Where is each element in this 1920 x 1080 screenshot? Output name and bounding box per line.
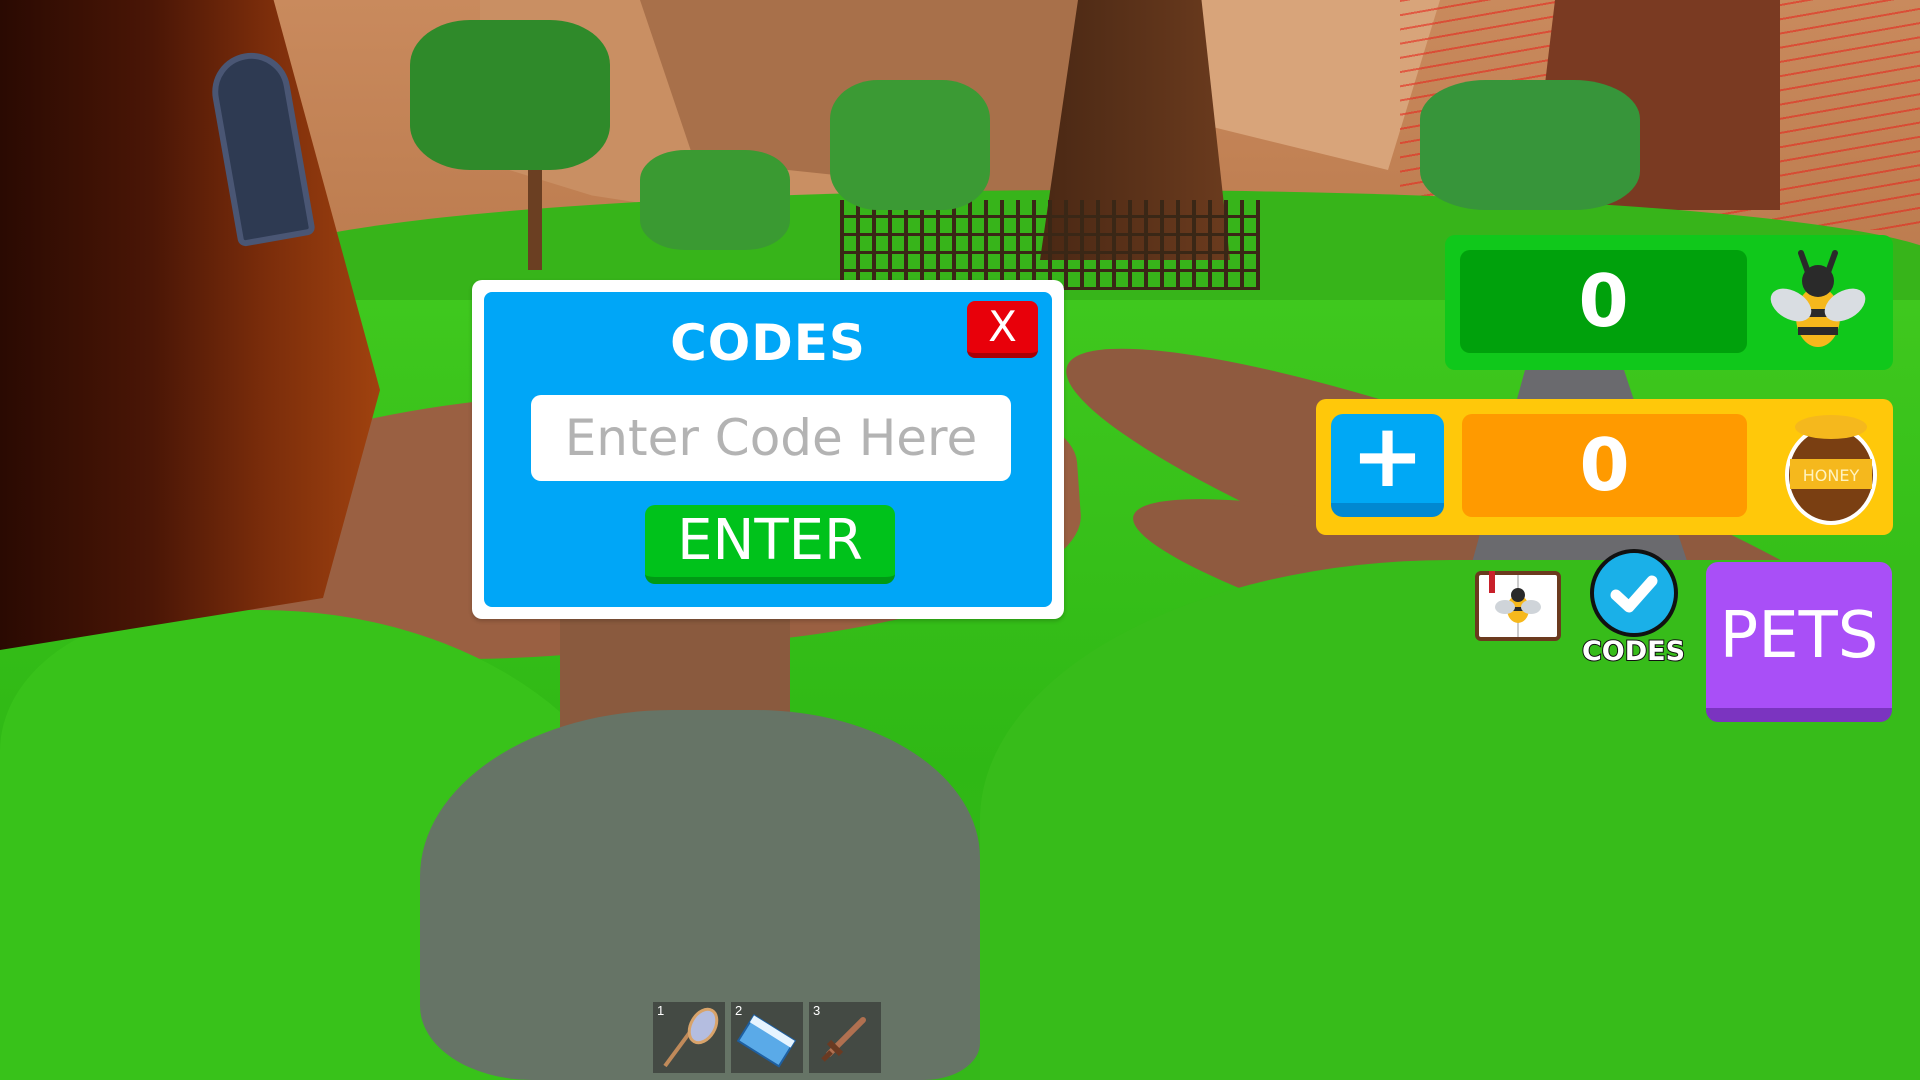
enter-button[interactable]: ENTER bbox=[645, 505, 895, 584]
bee-icon bbox=[1770, 250, 1866, 347]
hotbar-slot-1[interactable]: 1 bbox=[653, 1002, 725, 1073]
tree bbox=[830, 80, 990, 210]
codes-dialog-panel: CODES X ENTER bbox=[484, 292, 1052, 607]
codes-open-button[interactable]: CODES bbox=[1580, 549, 1687, 668]
honey-pot-icon: HONEY bbox=[1785, 415, 1877, 525]
fence bbox=[840, 200, 1260, 290]
bee-book-button[interactable] bbox=[1475, 567, 1561, 644]
hotbar-slot-2[interactable]: 2 bbox=[731, 1002, 803, 1073]
slot-number: 2 bbox=[735, 1003, 743, 1018]
hotbar-slot-3[interactable]: 3 bbox=[809, 1002, 881, 1073]
slot-number: 1 bbox=[657, 1003, 665, 1018]
code-input[interactable] bbox=[531, 395, 1011, 481]
honey-count: 0 bbox=[1462, 414, 1747, 517]
tree bbox=[410, 20, 610, 170]
codes-dialog: CODES X ENTER bbox=[472, 280, 1064, 619]
tree bbox=[1420, 80, 1640, 210]
honey-pot-label: HONEY bbox=[1803, 466, 1860, 485]
verified-badge-icon bbox=[1590, 549, 1678, 637]
bee-counter-panel: 0 bbox=[1445, 235, 1893, 370]
codes-button-label: CODES bbox=[1581, 635, 1686, 668]
pets-button[interactable]: PETS bbox=[1706, 562, 1892, 722]
honey-counter-panel: + 0 HONEY bbox=[1316, 399, 1893, 535]
slot-number: 3 bbox=[813, 1003, 821, 1018]
checkmark-icon bbox=[1610, 575, 1658, 613]
bush bbox=[640, 150, 790, 250]
bee-count: 0 bbox=[1460, 250, 1747, 353]
close-button[interactable]: X bbox=[967, 301, 1038, 358]
buy-honey-plus-button[interactable]: + bbox=[1331, 412, 1444, 517]
